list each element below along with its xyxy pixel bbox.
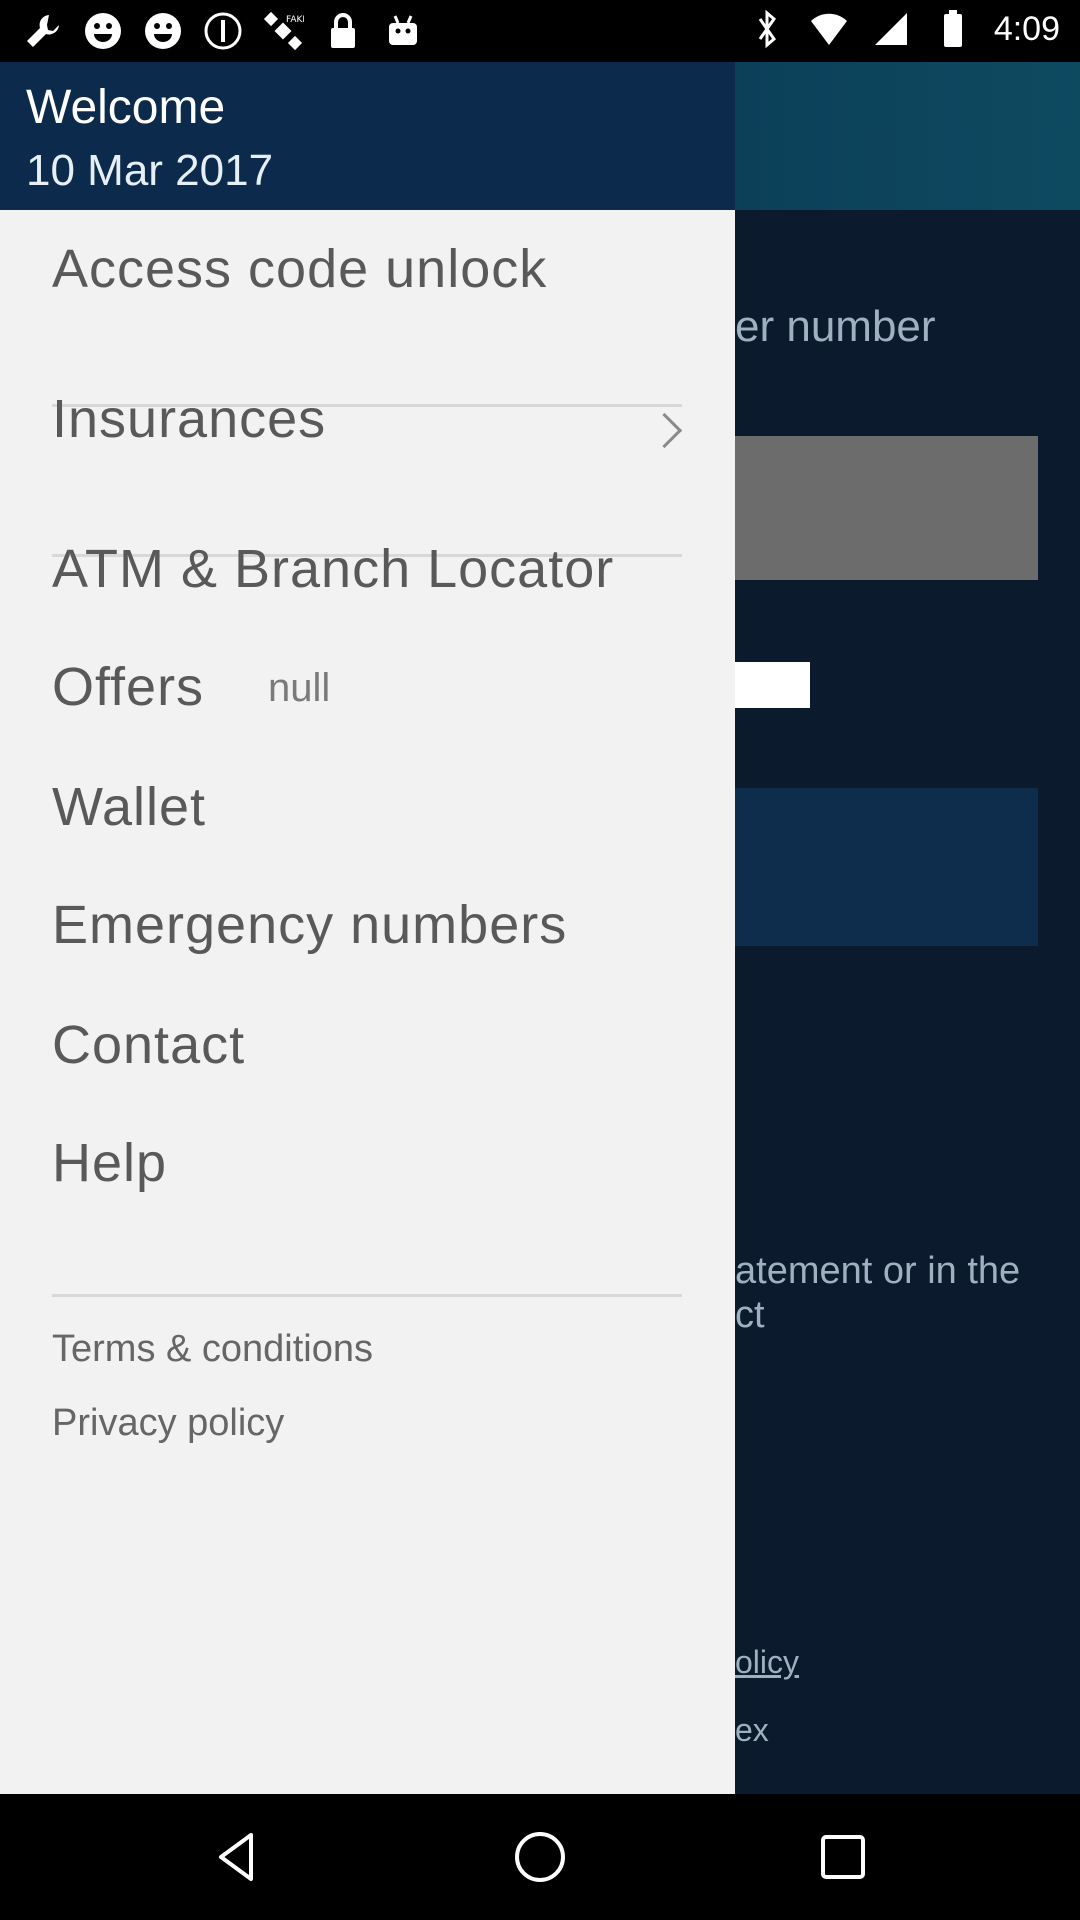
background-footer-text: ex bbox=[735, 1712, 769, 1748]
smiley-icon bbox=[142, 10, 184, 52]
menu-item-emergency-numbers[interactable]: Emergency numbers bbox=[52, 894, 567, 956]
background-statement-text: atement or in the bbox=[735, 1250, 1021, 1292]
chevron-right-icon[interactable] bbox=[646, 412, 683, 449]
terms-conditions-link[interactable]: Terms & conditions bbox=[52, 1328, 373, 1371]
menu-item-wallet[interactable]: Wallet bbox=[52, 776, 206, 838]
privacy-policy-link[interactable]: Privacy policy bbox=[52, 1402, 284, 1445]
menu-item-contact[interactable]: Contact bbox=[52, 1014, 245, 1076]
menu-item-insurances[interactable]: Insurances bbox=[52, 388, 326, 450]
notification-icons: FAKE bbox=[22, 10, 424, 52]
status-bar: FAKE 4:09 bbox=[0, 0, 1080, 62]
cellular-icon bbox=[870, 8, 912, 50]
welcome-title: Welcome bbox=[26, 81, 226, 134]
background-policy-link: olicy bbox=[735, 1644, 800, 1680]
welcome-date: 10 Mar 2017 bbox=[26, 146, 274, 195]
offers-badge-value: null bbox=[268, 666, 331, 710]
background-field-label: er number bbox=[735, 302, 936, 351]
menu-item-atm-branch-locator[interactable]: ATM & Branch Locator bbox=[52, 538, 614, 600]
back-icon[interactable] bbox=[137, 1794, 337, 1920]
battery-icon bbox=[932, 8, 974, 50]
android-icon bbox=[382, 10, 424, 52]
wifi-icon bbox=[808, 8, 850, 50]
drawer-header: Welcome 10 Mar 2017 bbox=[0, 62, 735, 210]
system-navigation-bar bbox=[0, 1794, 1080, 1920]
recents-icon[interactable] bbox=[743, 1794, 943, 1920]
wrench-icon bbox=[22, 10, 64, 52]
home-icon[interactable] bbox=[440, 1794, 640, 1920]
divider bbox=[52, 1294, 682, 1297]
bluetooth-icon bbox=[746, 8, 788, 50]
info-circle-icon bbox=[202, 10, 244, 52]
menu-item-offers[interactable]: Offers bbox=[52, 656, 204, 718]
menu-item-access-code-unlock[interactable]: Access code unlock bbox=[52, 238, 547, 300]
svg-text:FAKE: FAKE bbox=[286, 15, 304, 25]
satellite-icon: FAKE bbox=[262, 10, 304, 52]
menu-item-help[interactable]: Help bbox=[52, 1132, 167, 1194]
background-statement-text-2: ct bbox=[735, 1294, 765, 1336]
system-status: 4:09 bbox=[746, 8, 1060, 50]
clock: 4:09 bbox=[993, 9, 1060, 48]
navigation-drawer: Welcome 10 Mar 2017 Access code unlock I… bbox=[0, 62, 735, 1794]
lock-icon bbox=[322, 10, 364, 52]
smiley-icon bbox=[82, 10, 124, 52]
